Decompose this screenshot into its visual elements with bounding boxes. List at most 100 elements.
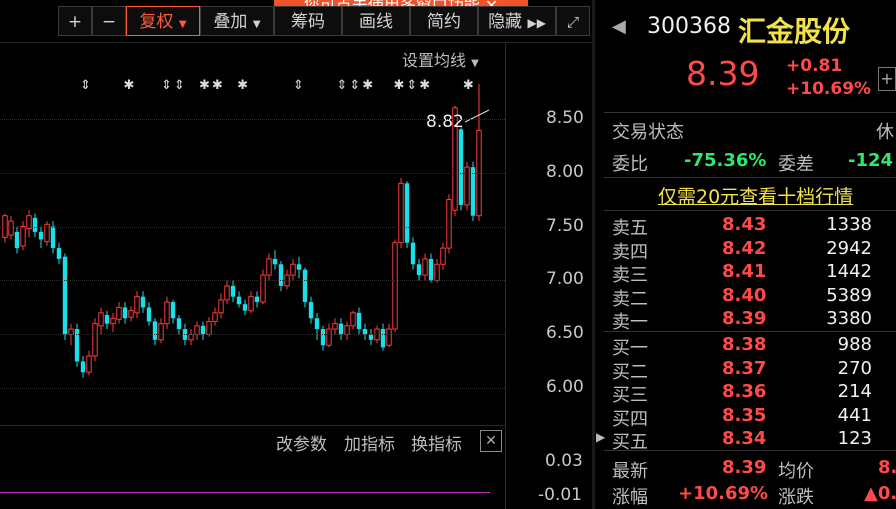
candle[interactable] [200, 321, 206, 340]
fuquan-button[interactable]: 复权 ▼ [126, 6, 200, 36]
candle[interactable] [446, 194, 452, 254]
zoom-out-button[interactable]: − [92, 6, 126, 36]
candle[interactable] [350, 310, 356, 330]
candle[interactable] [392, 239, 398, 333]
candle[interactable] [296, 256, 302, 279]
candle[interactable] [158, 318, 164, 344]
candle[interactable] [56, 242, 62, 265]
candle[interactable] [248, 291, 254, 313]
candle[interactable] [242, 299, 248, 316]
candle[interactable] [236, 291, 242, 308]
candle[interactable] [290, 258, 296, 281]
candle[interactable] [188, 329, 194, 346]
candle[interactable] [128, 306, 134, 322]
candle[interactable] [434, 258, 440, 283]
candle[interactable] [320, 325, 326, 351]
candle[interactable] [368, 329, 374, 346]
candle[interactable] [230, 280, 236, 303]
candle[interactable] [110, 312, 116, 333]
yincang-button[interactable]: 隐藏 ▶▶ [478, 6, 556, 36]
candle[interactable] [62, 253, 68, 340]
candle[interactable] [272, 250, 278, 270]
candle[interactable] [266, 253, 272, 281]
huaxian-button[interactable]: 画线 [342, 6, 410, 36]
panel-divider[interactable] [592, 0, 595, 509]
candle[interactable] [32, 213, 38, 238]
candle[interactable] [98, 307, 104, 335]
candle[interactable] [26, 210, 32, 238]
candle[interactable] [152, 318, 158, 346]
promo-link[interactable]: 仅需20元查看十档行情 [658, 182, 853, 209]
candle[interactable] [116, 302, 122, 324]
jianyue-button[interactable]: 简约 [410, 6, 478, 36]
candle[interactable] [326, 323, 332, 348]
candle[interactable] [404, 181, 410, 249]
diejia-button[interactable]: 叠加 ▼ [200, 6, 274, 36]
candle[interactable] [338, 318, 344, 340]
candle[interactable] [92, 318, 98, 362]
add-watchlist-button[interactable]: + [878, 67, 896, 91]
asks-row[interactable]: 卖四 8.42 2942 [612, 238, 896, 263]
candle[interactable] [278, 261, 284, 292]
candle[interactable] [440, 242, 446, 270]
candle[interactable] [176, 315, 182, 335]
candle[interactable] [38, 226, 44, 249]
candle[interactable] [284, 269, 290, 290]
candle[interactable] [308, 296, 314, 324]
candle[interactable] [422, 253, 428, 281]
chouma-button[interactable]: 筹码 [274, 6, 342, 36]
asks-row[interactable]: 卖一 8.39 3380 [612, 308, 896, 333]
candle[interactable] [332, 318, 338, 335]
candle[interactable] [398, 177, 404, 249]
candle[interactable] [302, 267, 308, 308]
candle[interactable] [80, 356, 86, 378]
candle[interactable] [260, 269, 266, 305]
candle[interactable] [410, 237, 416, 270]
candle[interactable] [464, 161, 470, 211]
asks-row[interactable]: 卖二 8.40 5389 [612, 285, 896, 310]
candle[interactable] [224, 280, 230, 305]
zoom-in-button[interactable]: + [58, 6, 92, 36]
candle[interactable] [44, 221, 50, 246]
bids-row[interactable]: 买二 8.37 270 [612, 358, 896, 383]
candle[interactable] [212, 307, 218, 326]
collapse-arrow-icon[interactable]: ▶ [596, 430, 605, 444]
candle[interactable] [122, 302, 128, 324]
candle[interactable] [362, 323, 368, 340]
candle[interactable] [254, 291, 260, 308]
candle[interactable] [146, 302, 152, 326]
close-icon[interactable]: ✕ [480, 430, 502, 452]
candle[interactable] [8, 215, 14, 240]
candle[interactable] [476, 84, 482, 222]
add-indicator-button[interactable]: 加指标 [344, 430, 395, 455]
candle[interactable] [380, 323, 386, 351]
set-ma-button[interactable]: 设置均线 ▼ [402, 47, 479, 71]
candle[interactable] [2, 213, 8, 243]
fullscreen-icon[interactable]: ⤢ [556, 6, 590, 36]
bids-row[interactable]: 买三 8.36 214 [612, 381, 896, 406]
candle[interactable] [104, 310, 110, 330]
candle[interactable] [386, 323, 392, 348]
bids-row[interactable]: 买四 8.35 441 [612, 405, 896, 430]
candle[interactable] [218, 293, 224, 319]
candle[interactable] [356, 307, 362, 335]
candle[interactable] [416, 258, 422, 281]
candle[interactable] [74, 323, 80, 367]
candle[interactable] [170, 299, 176, 324]
switch-indicator-button[interactable]: 换指标 [411, 430, 462, 455]
candle[interactable] [134, 291, 140, 319]
candle[interactable] [86, 350, 92, 376]
event-markers[interactable]: ⇕ ✱ ⇕⇕ ✱✱ ✱ ⇕ ⇕⇕✱ ✱⇕✱ ✱ [80, 78, 476, 93]
bids-row[interactable]: 买五 8.34 123 [612, 428, 896, 453]
candle[interactable] [428, 253, 434, 283]
candle[interactable] [314, 312, 320, 340]
bids-row[interactable]: 买一 8.38 988 [612, 334, 896, 359]
candle[interactable] [164, 296, 170, 330]
asks-row[interactable]: 卖三 8.41 1442 [612, 261, 896, 286]
candle[interactable] [458, 127, 464, 211]
change-param-button[interactable]: 改参数 [276, 430, 327, 455]
candle[interactable] [20, 221, 26, 251]
back-arrow-icon[interactable]: ◀ [612, 16, 626, 37]
asks-row[interactable]: 卖五 8.43 1338 [612, 214, 896, 239]
candle[interactable] [140, 291, 146, 313]
